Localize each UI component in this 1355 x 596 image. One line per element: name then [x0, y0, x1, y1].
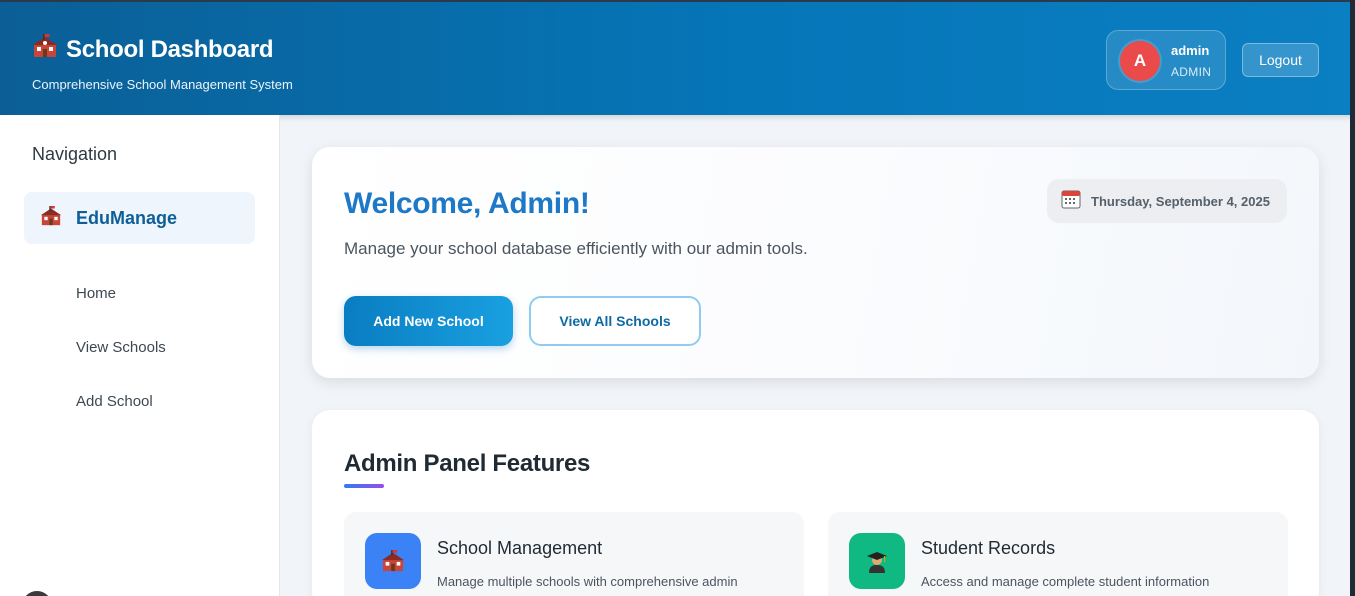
view-all-schools-button[interactable]: View All Schools: [529, 296, 701, 346]
feature-description: Access and manage complete student infor…: [921, 574, 1210, 589]
school-icon: [40, 205, 62, 231]
sidebar-item-home[interactable]: Home: [76, 285, 116, 302]
sidebar-brand[interactable]: EduManage: [24, 192, 255, 244]
floating-button[interactable]: [22, 591, 52, 596]
current-date: Thursday, September 4, 2025: [1091, 193, 1270, 209]
app-subtitle: Comprehensive School Management System: [32, 77, 293, 92]
welcome-title: Welcome, Admin!: [344, 187, 590, 220]
features-section: Admin Panel Features School Management M…: [312, 410, 1319, 596]
app-title: School Dashboard: [66, 35, 274, 63]
feature-title: School Management: [437, 538, 603, 558]
feature-card-school-management[interactable]: School Management Manage multiple school…: [344, 512, 804, 596]
graduate-icon: [849, 533, 905, 589]
features-title: Admin Panel Features: [344, 450, 591, 477]
app-title-row: School Dashboard: [32, 34, 293, 65]
brand: School Dashboard Comprehensive School Ma…: [32, 34, 293, 92]
add-new-school-button[interactable]: Add New School: [344, 296, 513, 346]
app-header: School Dashboard Comprehensive School Ma…: [0, 0, 1355, 115]
user-profile[interactable]: A admin ADMIN: [1106, 30, 1226, 90]
user-role: ADMIN: [1171, 65, 1212, 79]
welcome-description: Manage your school database efficiently …: [344, 239, 808, 258]
sidebar: Navigation EduManage Home View Schools A…: [0, 115, 280, 596]
welcome-card: Welcome, Admin! Thursday, September 4, 2…: [312, 147, 1319, 378]
school-icon: [32, 34, 58, 65]
logout-button[interactable]: Logout: [1242, 43, 1319, 77]
date-badge: Thursday, September 4, 2025: [1047, 179, 1287, 223]
calendar-icon: [1061, 189, 1081, 214]
feature-title: Student Records: [921, 538, 1056, 558]
sidebar-brand-label: EduManage: [76, 207, 178, 228]
avatar: A: [1120, 41, 1160, 81]
feature-description: Manage multiple schools with comprehensi…: [437, 574, 738, 589]
sidebar-heading: Navigation: [32, 144, 118, 164]
school-icon: [365, 533, 421, 589]
sidebar-item-view-schools[interactable]: View Schools: [76, 339, 166, 356]
feature-card-student-records[interactable]: Student Records Access and manage comple…: [828, 512, 1288, 596]
sidebar-item-add-school[interactable]: Add School: [76, 393, 153, 410]
window-edge: [1350, 0, 1355, 596]
title-underline: [344, 484, 384, 488]
user-name: admin: [1171, 43, 1210, 58]
